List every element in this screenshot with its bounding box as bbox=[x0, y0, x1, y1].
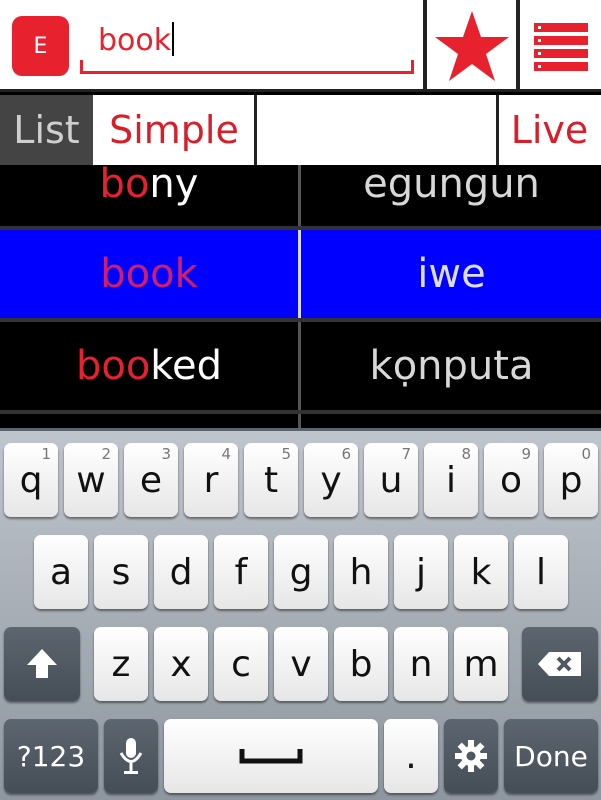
key-m[interactable]: m bbox=[454, 627, 508, 701]
menu-icon bbox=[533, 23, 588, 71]
key-x[interactable]: x bbox=[154, 627, 208, 701]
search-underline bbox=[80, 71, 414, 74]
top-bar: E book bbox=[0, 0, 601, 92]
key-hint: 3 bbox=[161, 445, 171, 463]
match-rest: ny bbox=[149, 165, 199, 207]
key-v[interactable]: v bbox=[274, 627, 328, 701]
column-divider bbox=[298, 165, 301, 228]
key-hint: 7 bbox=[401, 445, 411, 463]
space-key[interactable] bbox=[164, 719, 378, 793]
key-l[interactable]: l bbox=[514, 535, 568, 609]
key-label: u bbox=[379, 459, 403, 501]
key-e[interactable]: e3 bbox=[124, 443, 178, 517]
key-hint: 9 bbox=[521, 445, 531, 463]
result-row[interactable]: bo ny egungun bbox=[0, 165, 601, 228]
period-key[interactable]: . bbox=[384, 719, 438, 793]
key-hint: 5 bbox=[281, 445, 291, 463]
key-n[interactable]: n bbox=[394, 627, 448, 701]
key-w[interactable]: w2 bbox=[64, 443, 118, 517]
key-k[interactable]: k bbox=[454, 535, 508, 609]
result-word: book bbox=[0, 230, 298, 318]
key-p[interactable]: p0 bbox=[544, 443, 598, 517]
key-label: o bbox=[499, 459, 523, 501]
symbols-key[interactable]: ?123 bbox=[4, 719, 98, 793]
result-word: bo ny bbox=[0, 165, 298, 228]
key-hint: 1 bbox=[41, 445, 51, 463]
key-u[interactable]: u7 bbox=[364, 443, 418, 517]
key-label: i bbox=[445, 459, 456, 501]
done-key[interactable]: Done bbox=[504, 719, 598, 793]
key-hint: 4 bbox=[221, 445, 231, 463]
key-h[interactable]: h bbox=[334, 535, 388, 609]
favorites-button[interactable] bbox=[428, 0, 516, 92]
key-c[interactable]: c bbox=[214, 627, 268, 701]
key-hint: 6 bbox=[341, 445, 351, 463]
backspace-key[interactable] bbox=[522, 627, 598, 701]
key-i[interactable]: i8 bbox=[424, 443, 478, 517]
result-row-partial[interactable] bbox=[0, 414, 601, 428]
microphone-key[interactable] bbox=[104, 719, 158, 793]
results-list: bo ny egungun book iwe boo ked kọnputa bbox=[0, 165, 601, 428]
backspace-icon bbox=[538, 652, 581, 676]
mode-tabs: List Simple Live bbox=[0, 95, 601, 165]
shift-key[interactable] bbox=[4, 627, 80, 701]
search-value: book bbox=[98, 23, 172, 58]
match-prefix: boo bbox=[75, 343, 151, 389]
search-underline-tick-right bbox=[411, 60, 414, 74]
search-field[interactable]: book bbox=[80, 12, 414, 74]
result-translation: kọnputa bbox=[369, 343, 534, 389]
shift-arrow-icon bbox=[27, 649, 57, 678]
search-input[interactable]: book bbox=[98, 22, 175, 58]
result-row-selected[interactable]: book iwe bbox=[0, 230, 601, 318]
column-divider bbox=[298, 322, 301, 410]
column-divider bbox=[298, 414, 301, 428]
key-y[interactable]: y6 bbox=[304, 443, 358, 517]
key-s[interactable]: s bbox=[94, 535, 148, 609]
key-o[interactable]: o9 bbox=[484, 443, 538, 517]
divider bbox=[423, 0, 427, 92]
column-divider bbox=[298, 230, 301, 318]
key-label: q bbox=[19, 459, 43, 501]
tab-divider bbox=[254, 95, 257, 165]
key-q[interactable]: q1 bbox=[4, 443, 58, 517]
key-d[interactable]: d bbox=[154, 535, 208, 609]
settings-key[interactable] bbox=[444, 719, 498, 793]
key-hint: 8 bbox=[461, 445, 471, 463]
tab-list[interactable]: List bbox=[0, 95, 93, 165]
search-underline-tick-left bbox=[80, 60, 83, 74]
result-translation: egungun bbox=[363, 165, 540, 207]
key-f[interactable]: f bbox=[214, 535, 268, 609]
tab-simple[interactable]: Simple bbox=[93, 95, 255, 165]
match-prefix: book bbox=[100, 251, 198, 297]
gear-icon bbox=[455, 740, 487, 772]
star-icon bbox=[435, 11, 509, 81]
key-label: r bbox=[203, 459, 219, 501]
text-cursor bbox=[172, 22, 175, 56]
key-hint: 2 bbox=[101, 445, 111, 463]
soft-keyboard: q1 w2 e3 r4 t5 y6 u7 i8 o9 p0 a s d f g … bbox=[0, 428, 601, 800]
tab-live[interactable]: Live bbox=[498, 95, 601, 165]
key-r[interactable]: r4 bbox=[184, 443, 238, 517]
match-prefix: bo bbox=[99, 165, 150, 207]
match-rest: ked bbox=[150, 343, 223, 389]
key-hint: 0 bbox=[581, 445, 591, 463]
key-b[interactable]: b bbox=[334, 627, 388, 701]
result-row[interactable]: boo ked kọnputa bbox=[0, 322, 601, 410]
result-word: boo ked bbox=[0, 322, 298, 410]
key-label: t bbox=[263, 459, 279, 501]
key-label: p bbox=[559, 459, 583, 501]
language-button[interactable]: E bbox=[12, 16, 69, 76]
spacebar-icon bbox=[239, 749, 303, 764]
key-z[interactable]: z bbox=[94, 627, 148, 701]
key-label: e bbox=[139, 459, 163, 501]
key-label: y bbox=[320, 459, 342, 501]
key-t[interactable]: t5 bbox=[244, 443, 298, 517]
result-translation: iwe bbox=[417, 251, 486, 297]
menu-button[interactable] bbox=[520, 0, 601, 92]
key-a[interactable]: a bbox=[34, 535, 88, 609]
microphone-icon bbox=[119, 738, 143, 774]
key-g[interactable]: g bbox=[274, 535, 328, 609]
key-label: w bbox=[76, 459, 106, 501]
key-j[interactable]: j bbox=[394, 535, 448, 609]
